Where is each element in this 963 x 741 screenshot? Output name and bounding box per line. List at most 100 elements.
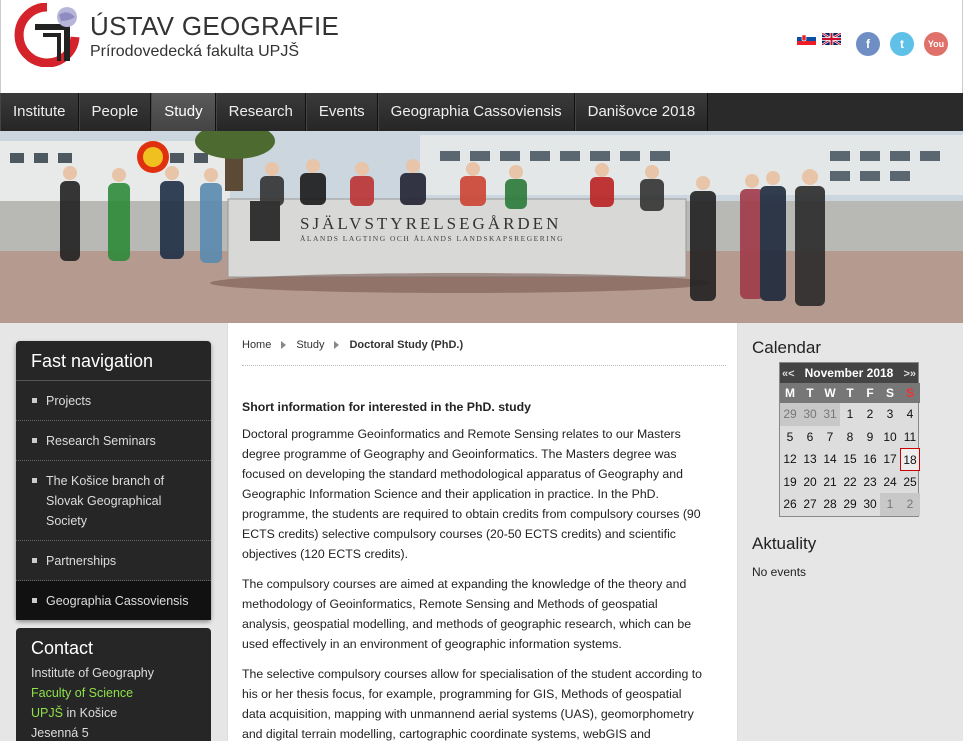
calendar-day[interactable]: 16 xyxy=(860,448,880,471)
calendar-next-year-button[interactable]: » xyxy=(910,368,916,380)
calendar-day[interactable]: 1 xyxy=(880,493,900,516)
calendar-title: Calendar xyxy=(752,338,821,357)
contact-upjs-link[interactable]: UPJŠ xyxy=(31,706,63,720)
calendar-day[interactable]: 29 xyxy=(780,403,800,426)
calendar-prev-month-button[interactable]: < xyxy=(788,368,794,380)
no-events-text: No events xyxy=(752,565,807,579)
left-sidebar: Fast navigation Projects Research Semina… xyxy=(0,323,227,741)
svg-text:ÅLANDS LAGTING OCH ÅLANDS LAND: ÅLANDS LAGTING OCH ÅLANDS LANDSKAPSREGER… xyxy=(300,234,564,243)
nav-item-people[interactable]: People xyxy=(78,93,152,131)
calendar-day[interactable]: 21 xyxy=(820,471,840,494)
calendar-day-today[interactable]: 18 xyxy=(900,448,920,471)
calendar-weekday-label: T xyxy=(800,383,820,403)
nav-item-study[interactable]: Study xyxy=(151,93,216,131)
calendar-day[interactable]: 2 xyxy=(900,493,920,516)
calendar-day[interactable]: 17 xyxy=(880,448,900,471)
site-title[interactable]: ÚSTAV GEOGRAFIE xyxy=(90,11,339,42)
calendar-day[interactable]: 23 xyxy=(860,471,880,494)
calendar-day[interactable]: 11 xyxy=(900,426,920,449)
main-navigation: Institute People Study Research Events G… xyxy=(0,93,963,131)
calendar-weekday-label: T xyxy=(840,383,860,403)
calendar-day[interactable]: 5 xyxy=(780,426,800,449)
article-paragraph: Doctoral programme Geoinformatics and Re… xyxy=(242,427,701,561)
site-subtitle: Prírodovedecká fakulta UPJŠ xyxy=(90,43,299,60)
calendar-day[interactable]: 19 xyxy=(780,471,800,494)
calendar-day[interactable]: 3 xyxy=(880,403,900,426)
breadcrumb-divider xyxy=(242,365,726,366)
calendar-day[interactable]: 6 xyxy=(800,426,820,449)
calendar-day[interactable]: 13 xyxy=(800,448,820,471)
calendar-grid: M T W T F S S 29 30 31 1 2 3 4 5 6 7 8 9 10 11 12 13 14 15 16 17 18… xyxy=(780,383,920,516)
language-switcher xyxy=(797,33,841,45)
article-paragraph: The compulsory courses are aimed at expa… xyxy=(242,577,692,651)
calendar-weekday-label: S xyxy=(880,383,900,403)
nav-item-events[interactable]: Events xyxy=(305,93,378,131)
calendar-day[interactable]: 30 xyxy=(860,493,880,516)
calendar-day[interactable]: 14 xyxy=(820,448,840,471)
nav-item-research[interactable]: Research xyxy=(215,93,306,131)
calendar-day[interactable]: 28 xyxy=(820,493,840,516)
facebook-icon[interactable]: f xyxy=(856,32,880,56)
calendar-widget: «< November 2018 >» M T W T F S S 29 30 31 1 2 3 4 5 6 7… xyxy=(779,362,920,517)
calendar-day[interactable]: 12 xyxy=(780,448,800,471)
nav-item-geographia-cassoviensis[interactable]: Geographia Cassoviensis xyxy=(377,93,575,131)
youtube-icon[interactable]: You xyxy=(924,32,948,56)
group-photo-illustration: SJÄLVSTYRELSEGÅRDEN ÅLANDS LAGTING OCH Å… xyxy=(0,131,963,323)
breadcrumb: Home Study Doctoral Study (PhD.) xyxy=(242,339,463,351)
calendar-day[interactable]: 27 xyxy=(800,493,820,516)
fast-navigation-title: Fast navigation xyxy=(16,341,211,381)
right-sidebar: Calendar «< November 2018 >» M T W T F S S 29 30… xyxy=(738,323,963,741)
calendar-weekday-label: W xyxy=(820,383,840,403)
fastnav-item-partnerships[interactable]: Partnerships xyxy=(16,541,211,581)
calendar-day[interactable]: 8 xyxy=(840,426,860,449)
calendar-day[interactable]: 31 xyxy=(820,403,840,426)
calendar-day[interactable]: 30 xyxy=(800,403,820,426)
slovak-flag-icon[interactable] xyxy=(797,33,816,45)
calendar-day[interactable]: 2 xyxy=(860,403,880,426)
twitter-icon[interactable]: t xyxy=(890,32,914,56)
calendar-day[interactable]: 9 xyxy=(860,426,880,449)
calendar-day[interactable]: 29 xyxy=(840,493,860,516)
nav-filler xyxy=(708,93,963,131)
breadcrumb-current: Doctoral Study (PhD.) xyxy=(349,339,464,351)
svg-text:SJÄLVSTYRELSEGÅRDEN: SJÄLVSTYRELSEGÅRDEN xyxy=(300,214,561,233)
breadcrumb-home[interactable]: Home xyxy=(242,339,271,351)
fastnav-item-kosice-branch[interactable]: The Košice branch of Slovak Geographical… xyxy=(16,461,211,541)
institute-logo[interactable] xyxy=(13,3,81,67)
calendar-day[interactable]: 22 xyxy=(840,471,860,494)
calendar-weekday-label: F xyxy=(860,383,880,403)
nav-item-institute[interactable]: Institute xyxy=(0,93,79,131)
breadcrumb-study[interactable]: Study xyxy=(296,339,324,351)
news-title: Aktuality xyxy=(752,534,817,553)
calendar-weekday-label: S xyxy=(900,383,920,403)
calendar-day[interactable]: 25 xyxy=(900,471,920,494)
calendar-weekday-label: M xyxy=(780,383,800,403)
contact-city: in Košice xyxy=(66,706,118,720)
breadcrumb-arrow-icon xyxy=(334,341,340,349)
contact-panel: Contact Institute of Geography Faculty o… xyxy=(16,628,211,741)
calendar-day[interactable]: 7 xyxy=(820,426,840,449)
fastnav-item-projects[interactable]: Projects xyxy=(16,381,211,421)
article-body: Short information for interested in the … xyxy=(242,397,702,741)
calendar-day[interactable]: 26 xyxy=(780,493,800,516)
calendar-day[interactable]: 20 xyxy=(800,471,820,494)
contact-street: Jesenná 5 xyxy=(31,726,89,740)
contact-institute: Institute of Geography xyxy=(31,666,154,680)
calendar-day[interactable]: 24 xyxy=(880,471,900,494)
contact-title: Contact xyxy=(31,638,94,658)
fastnav-item-research-seminars[interactable]: Research Seminars xyxy=(16,421,211,461)
calendar-day[interactable]: 15 xyxy=(840,448,860,471)
contact-university: UPJŠ in Košice xyxy=(16,703,211,723)
calendar-day[interactable]: 10 xyxy=(880,426,900,449)
nav-item-danisovce-2018[interactable]: Danišovce 2018 xyxy=(574,93,709,131)
contact-faculty-link[interactable]: Faculty of Science xyxy=(16,683,211,703)
calendar-day[interactable]: 4 xyxy=(900,403,920,426)
calendar-day[interactable]: 1 xyxy=(840,403,860,426)
article-heading: Short information for interested in the … xyxy=(242,400,531,414)
article-paragraph: The selective compulsory courses allow f… xyxy=(242,667,702,741)
site-header: ÚSTAV GEOGRAFIE Prírodovedecká fakulta U… xyxy=(0,0,963,93)
breadcrumb-arrow-icon xyxy=(281,341,287,349)
english-flag-icon[interactable] xyxy=(822,33,841,45)
main-content: Home Study Doctoral Study (PhD.) Short i… xyxy=(227,323,738,741)
fastnav-item-geographia-cassoviensis[interactable]: Geographia Cassoviensis xyxy=(16,581,211,620)
